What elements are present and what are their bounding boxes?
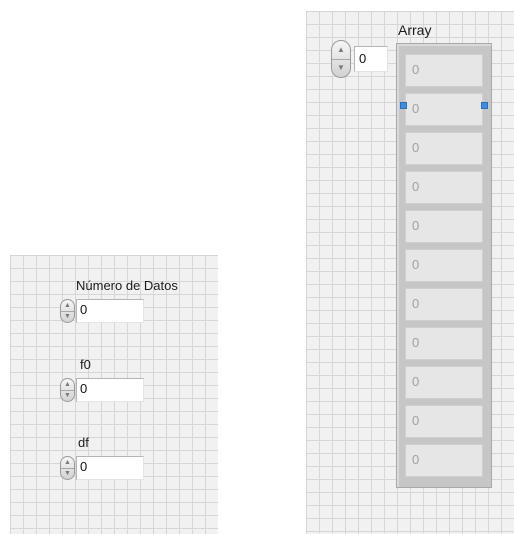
array-element[interactable]: 0	[405, 54, 483, 87]
array-element[interactable]: 0	[405, 327, 483, 360]
decrement-arrow-icon[interactable]: ▼	[332, 59, 350, 77]
array-index-input[interactable]: 0	[354, 46, 388, 72]
df-spinner[interactable]: ▲ ▼	[60, 456, 75, 480]
df-label: df	[78, 435, 89, 450]
resize-handle-right[interactable]	[481, 102, 488, 109]
array-element[interactable]: 0	[405, 171, 483, 204]
array-index-control: ▲ ▼ 0	[331, 40, 391, 80]
array-element[interactable]: 0	[405, 366, 483, 399]
decrement-arrow-icon[interactable]: ▼	[61, 311, 74, 322]
numero-de-datos-control: ▲ ▼ 0	[60, 297, 144, 323]
f0-control: ▲ ▼ 0	[60, 376, 144, 402]
numero-de-datos-spinner[interactable]: ▲ ▼	[60, 299, 75, 323]
array-element[interactable]: 0	[405, 288, 483, 321]
array-element[interactable]: 0	[405, 444, 483, 477]
resize-handle-left[interactable]	[400, 102, 407, 109]
array-element[interactable]: 0	[405, 405, 483, 438]
array-label: Array	[398, 22, 432, 38]
array-container[interactable]: 0 0 0 0 0 0 0 0 0 0 0	[396, 43, 492, 488]
f0-spinner[interactable]: ▲ ▼	[60, 378, 75, 402]
df-input[interactable]: 0	[76, 456, 144, 480]
array-index-spinner[interactable]: ▲ ▼	[331, 40, 351, 78]
f0-label: f0	[80, 357, 91, 372]
array-element[interactable]: 0	[405, 249, 483, 282]
decrement-arrow-icon[interactable]: ▼	[61, 390, 74, 401]
decrement-arrow-icon[interactable]: ▼	[61, 468, 74, 479]
increment-arrow-icon[interactable]: ▲	[332, 41, 350, 60]
array-element[interactable]: 0	[405, 132, 483, 165]
df-control: ▲ ▼ 0	[60, 454, 144, 480]
f0-input[interactable]: 0	[76, 378, 144, 402]
array-element[interactable]: 0	[405, 210, 483, 243]
numero-de-datos-label: Número de Datos	[76, 278, 178, 293]
array-element-selected[interactable]: 0	[405, 93, 483, 126]
numero-de-datos-input[interactable]: 0	[76, 299, 144, 323]
